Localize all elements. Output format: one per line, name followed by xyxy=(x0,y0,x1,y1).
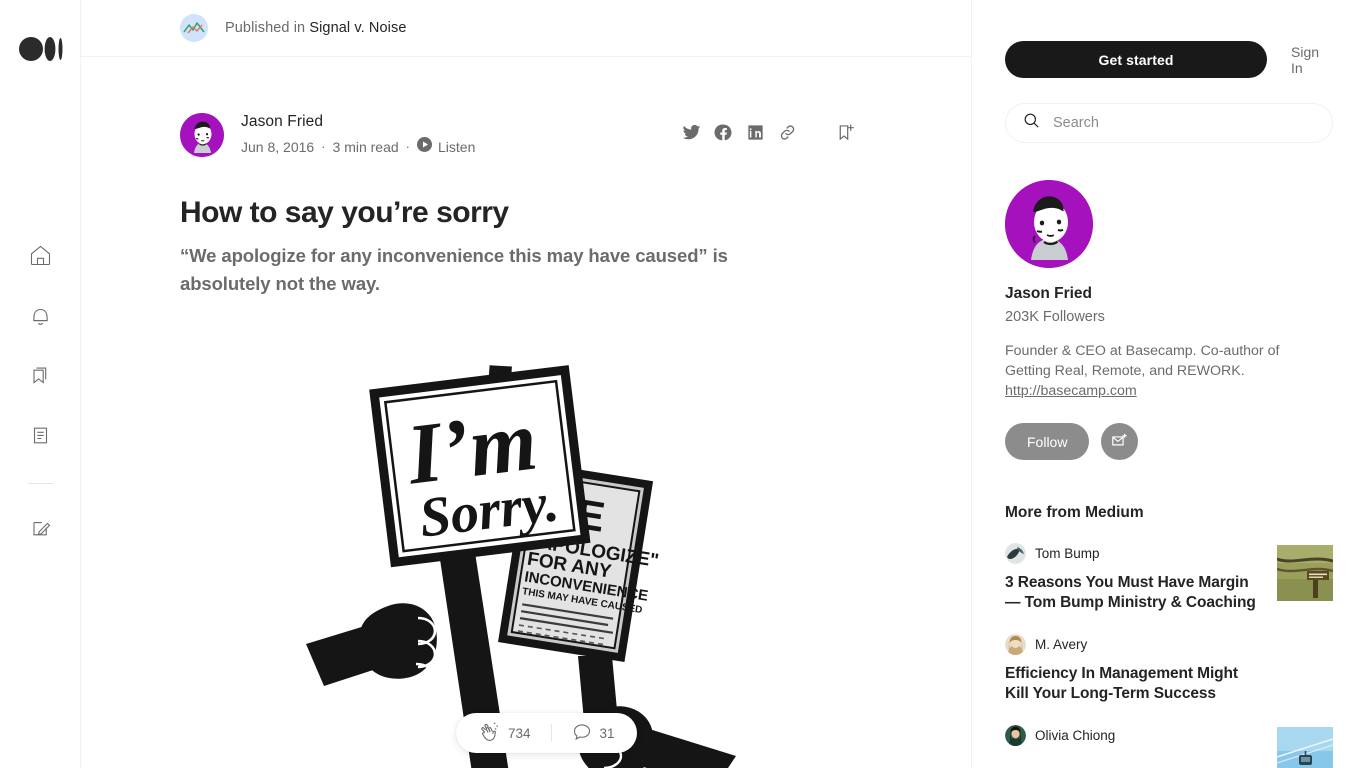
sidebar-item-write[interactable] xyxy=(18,498,63,558)
medium-logo[interactable] xyxy=(0,36,81,62)
clap-count: 734 xyxy=(508,725,531,741)
linkedin-icon xyxy=(746,123,765,147)
comment-count: 31 xyxy=(599,725,615,741)
share-row xyxy=(675,119,861,151)
recommendation-author[interactable]: M. Avery xyxy=(1005,634,1263,655)
follow-button[interactable]: Follow xyxy=(1005,423,1090,460)
list-item[interactable]: M. Avery Efficiency In Management Might … xyxy=(1005,634,1333,704)
recommendation-headline: 3 Reasons You Must Have Margin — Tom Bum… xyxy=(1005,574,1256,611)
bookmark-add-icon xyxy=(835,122,856,148)
save-bookmark-button[interactable] xyxy=(829,119,861,151)
recommendation-author[interactable]: Tom Bump xyxy=(1005,543,1263,564)
recommendation-author-name: M. Avery xyxy=(1035,637,1088,652)
sidebar-item-lists[interactable] xyxy=(18,345,63,405)
profile-actions: Follow xyxy=(1005,423,1333,460)
recommendation-headline: Efficiency In Management Might Kill Your… xyxy=(1005,665,1238,702)
twitter-icon xyxy=(682,123,701,147)
subscribe-button[interactable] xyxy=(1101,423,1139,460)
search-input[interactable] xyxy=(1053,115,1316,131)
author-avatar[interactable] xyxy=(180,112,224,157)
byline-info: Jason Fried Jun 8, 2016 · 3 min read · L… xyxy=(241,112,475,157)
olivia-chiong-avatar xyxy=(1005,725,1026,746)
article-column: Published in Signal v. Noise Jason Fried… xyxy=(81,0,972,768)
profile-followers: 203K Followers xyxy=(1005,309,1105,325)
search-box[interactable] xyxy=(1005,103,1333,143)
share-linkedin-button[interactable] xyxy=(739,119,771,151)
copy-link-button[interactable] xyxy=(771,119,803,151)
share-facebook-button[interactable] xyxy=(707,119,739,151)
author-profile-card: Jason Fried 203K Followers Founder & CEO… xyxy=(1005,180,1333,460)
article-title: How to say you’re sorry xyxy=(180,196,509,229)
listen-label: Listen xyxy=(438,139,476,155)
medium-article-page: Published in Signal v. Noise Jason Fried… xyxy=(0,0,1366,768)
trail-sign-thumbnail xyxy=(1277,545,1333,601)
publication-label: Published in Signal v. Noise xyxy=(225,20,406,36)
publish-date: Jun 8, 2016 xyxy=(241,139,315,155)
home-icon xyxy=(28,243,53,268)
signal-v-noise-logo xyxy=(180,14,208,42)
right-sidebar: Get started Sign In Search Jason Fried 2… xyxy=(972,0,1366,768)
left-navigation-rail xyxy=(0,0,81,768)
profile-name[interactable]: Jason Fried xyxy=(1005,285,1333,303)
engagement-bar: 734 31 xyxy=(456,713,637,753)
tom-bump-avatar xyxy=(1005,543,1026,564)
meta-separator-2: · xyxy=(405,139,411,154)
recommendation-text: Olivia Chiong xyxy=(1005,725,1115,755)
recommendation-text: M. Avery Efficiency In Management Might … xyxy=(1005,634,1263,704)
write-icon xyxy=(28,516,53,541)
sidebar-item-home[interactable] xyxy=(18,225,63,285)
sign-in-link[interactable]: Sign In xyxy=(1291,44,1333,76)
search-icon xyxy=(1022,111,1041,135)
sidebar-auth-row: Get started Sign In xyxy=(1005,41,1333,78)
list-item[interactable]: Olivia Chiong xyxy=(1005,725,1333,768)
protest-signs-illustration: WE "APOLOGIZE" FOR ANY INCONVENIENCE THI… xyxy=(305,356,736,768)
bookmarks-icon xyxy=(28,363,53,388)
read-time: 3 min read xyxy=(332,139,399,155)
clap-icon xyxy=(478,721,500,746)
facebook-icon xyxy=(713,123,733,147)
publication-name[interactable]: Signal v. Noise xyxy=(309,20,406,36)
sidebar-item-stories[interactable] xyxy=(18,405,63,465)
cable-car-sky-thumbnail xyxy=(1277,727,1333,768)
get-started-button[interactable]: Get started xyxy=(1005,41,1267,78)
rail-divider xyxy=(28,483,53,484)
play-icon xyxy=(417,137,433,157)
comment-button[interactable]: 31 xyxy=(572,722,615,745)
comment-icon xyxy=(572,722,592,745)
recommendation-text: Tom Bump 3 Reasons You Must Have Margin … xyxy=(1005,543,1263,613)
jason-fried-avatar[interactable] xyxy=(1005,180,1093,268)
recommendation-author-name: Tom Bump xyxy=(1035,546,1100,561)
byline-meta: Jun 8, 2016 · 3 min read · Listen xyxy=(241,137,475,157)
rail-icon-group xyxy=(0,225,81,558)
bell-icon xyxy=(28,303,53,328)
profile-bio: Founder & CEO at Basecamp. Co-author of … xyxy=(1005,341,1325,401)
list-item[interactable]: Tom Bump 3 Reasons You Must Have Margin … xyxy=(1005,543,1333,613)
clap-button[interactable]: 734 xyxy=(478,721,531,746)
engagement-separator xyxy=(550,724,552,742)
share-twitter-button[interactable] xyxy=(675,119,707,151)
article-subtitle: “We apologize for any inconvenience this… xyxy=(180,245,728,294)
profile-bio-link[interactable]: http://basecamp.com xyxy=(1005,383,1137,399)
sidebar-item-notifications[interactable] xyxy=(18,285,63,345)
publication-prefix: Published in xyxy=(225,20,306,36)
recommendation-author[interactable]: Olivia Chiong xyxy=(1005,725,1115,746)
meta-separator-1: · xyxy=(321,139,326,154)
m-avery-avatar xyxy=(1005,634,1026,655)
envelope-plus-icon xyxy=(1110,431,1129,453)
more-from-medium-heading: More from Medium xyxy=(1005,504,1144,521)
author-name[interactable]: Jason Fried xyxy=(241,112,475,132)
recommendation-author-name: Olivia Chiong xyxy=(1035,728,1116,743)
publication-header[interactable]: Published in Signal v. Noise xyxy=(81,0,971,57)
article-body: Jason Fried Jun 8, 2016 · 3 min read · L… xyxy=(81,112,971,768)
link-icon xyxy=(778,123,797,147)
stories-icon xyxy=(28,423,53,448)
profile-bio-text: Founder & CEO at Basecamp. Co-author of … xyxy=(1005,343,1280,379)
byline: Jason Fried Jun 8, 2016 · 3 min read · L… xyxy=(180,112,861,157)
listen-button[interactable]: Listen xyxy=(417,137,475,157)
article-hero-image: WE "APOLOGIZE" FOR ANY INCONVENIENCE THI… xyxy=(180,356,861,768)
